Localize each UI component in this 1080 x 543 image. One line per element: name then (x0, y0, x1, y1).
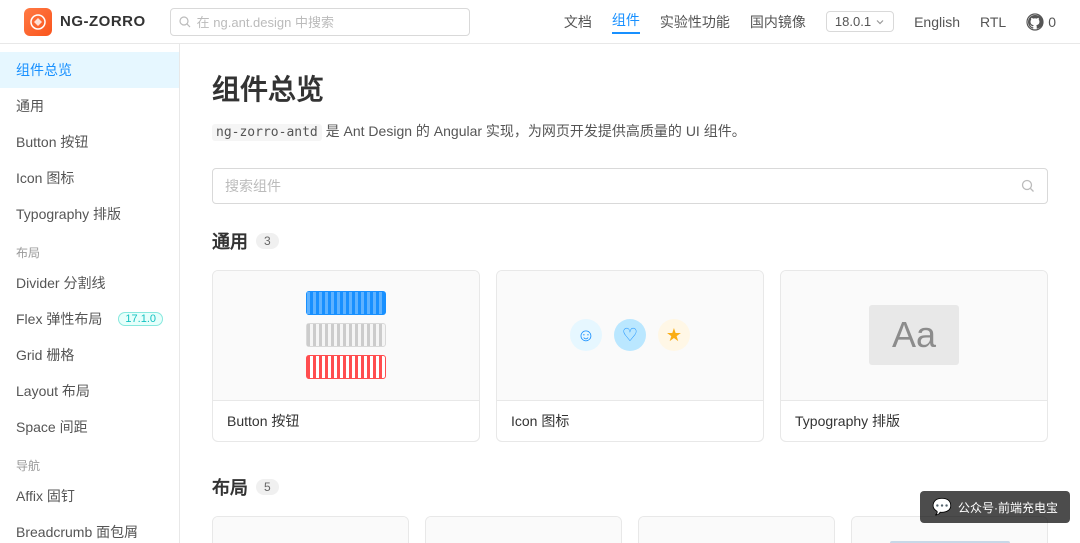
sidebar-group-label: 布局 (16, 246, 40, 260)
icon-heart: ♡ (614, 319, 646, 351)
section-general-header: 通用 3 (212, 228, 1048, 254)
sidebar-item-affix[interactable]: Affix 固钉 (0, 478, 179, 514)
flex-badge: 17.1.0 (118, 312, 163, 326)
card-icon-label: Icon 图标 (497, 401, 763, 441)
page-title: 组件总览 (212, 68, 1048, 108)
search-components-placeholder: 搜索组件 (225, 176, 281, 196)
card-typography-preview: Aa (781, 271, 1047, 401)
button-danger-preview (306, 355, 386, 379)
sidebar-group-layout: 布局 (0, 232, 179, 265)
card-button-preview (213, 271, 479, 401)
watermark: 💬 公众号·前端充电宝 (920, 491, 1070, 523)
sidebar-item-label: 组件总览 (16, 60, 72, 80)
version-selector[interactable]: 18.0.1 (826, 11, 894, 32)
sidebar-item-flex[interactable]: Flex 弹性布局 17.1.0 (0, 301, 179, 337)
component-search[interactable]: 搜索组件 (212, 168, 1048, 204)
section-layout-count: 5 (256, 479, 279, 495)
sidebar-item-layout[interactable]: Layout 布局 (0, 373, 179, 409)
card-divider[interactable]: Divider 分割线 (212, 516, 409, 543)
sidebar-item-label: Divider 分割线 (16, 273, 105, 293)
page-desc-code: ng-zorro-antd (212, 124, 322, 141)
card-icon-preview: ☺ ♡ ★ (497, 271, 763, 401)
search-icon (179, 16, 191, 28)
nav-experimental[interactable]: 实验性功能 (660, 12, 730, 32)
sidebar-item-label: 通用 (16, 96, 44, 116)
sidebar-item-grid[interactable]: Grid 栅格 (0, 337, 179, 373)
icon-star: ★ (658, 319, 690, 351)
page-description: ng-zorro-antd 是 Ant Design 的 Angular 实现，… (212, 120, 1048, 144)
sidebar-item-general[interactable]: 通用 (0, 88, 179, 124)
nav-lang[interactable]: English (914, 14, 960, 30)
sidebar-item-label: Button 按钮 (16, 132, 88, 152)
button-primary-preview (306, 291, 386, 315)
search-components-icon (1021, 179, 1035, 193)
version-label: 18.0.1 (835, 14, 871, 29)
sidebar-item-overview[interactable]: 组件总览 (0, 52, 179, 88)
main-content: 组件总览 ng-zorro-antd 是 Ant Design 的 Angula… (180, 44, 1080, 543)
card-flex[interactable]: Flex 弹性布局 (425, 516, 622, 543)
sidebar-item-label: Typography 排版 (16, 204, 121, 224)
sidebar-item-label: Icon 图标 (16, 168, 74, 188)
icon-smile: ☺ (570, 319, 602, 351)
section-general-count: 3 (256, 233, 279, 249)
card-divider-preview (213, 517, 408, 543)
sidebar-item-label: Flex 弹性布局 (16, 309, 102, 329)
page-layout: 组件总览 通用 Button 按钮 Icon 图标 Typography 排版 … (0, 44, 1080, 543)
sidebar-item-typography[interactable]: Typography 排版 (0, 196, 179, 232)
sidebar-item-label: Grid 栅格 (16, 345, 74, 365)
card-flex-preview (426, 517, 621, 543)
sidebar-item-divider[interactable]: Divider 分割线 (0, 265, 179, 301)
page-desc-text: 是 Ant Design 的 Angular 实现，为网页开发提供高质量的 UI… (322, 123, 746, 139)
logo-icon (24, 8, 52, 36)
icon-preview-content: ☺ ♡ ★ (570, 319, 690, 351)
section-general-title: 通用 (212, 228, 248, 254)
card-typography[interactable]: Aa Typography 排版 (780, 270, 1048, 442)
github-icon (1026, 13, 1044, 31)
sidebar-item-button[interactable]: Button 按钮 (0, 124, 179, 160)
top-navigation: NG-ZORRO 在 ng.ant.design 中搜索 文档 组件 实验性功能… (0, 0, 1080, 44)
sidebar: 组件总览 通用 Button 按钮 Icon 图标 Typography 排版 … (0, 44, 180, 543)
nav-docs[interactable]: 文档 (564, 12, 592, 32)
nav-mirror[interactable]: 国内镜像 (750, 12, 806, 32)
sidebar-group-nav: 导航 (0, 445, 179, 478)
sidebar-item-space[interactable]: Space 间距 (0, 409, 179, 445)
global-search[interactable]: 在 ng.ant.design 中搜索 (170, 8, 470, 36)
logo-text: NG-ZORRO (60, 13, 146, 30)
sidebar-item-breadcrumb[interactable]: Breadcrumb 面包屑 (0, 514, 179, 543)
section-layout-title: 布局 (212, 474, 248, 500)
sidebar-group-label: 导航 (16, 459, 40, 473)
nav-links: 文档 组件 实验性功能 国内镜像 18.0.1 English RTL 0 (564, 10, 1056, 34)
wechat-icon: 💬 (932, 497, 952, 517)
nav-rtl[interactable]: RTL (980, 14, 1006, 30)
logo-area[interactable]: NG-ZORRO (24, 8, 146, 36)
watermark-text: 公众号·前端充电宝 (958, 499, 1058, 516)
search-placeholder: 在 ng.ant.design 中搜索 (197, 12, 334, 31)
card-button[interactable]: Button 按钮 (212, 270, 480, 442)
typography-aa: Aa (892, 314, 936, 356)
typography-preview-content: Aa (869, 305, 959, 365)
card-grid-preview (639, 517, 834, 543)
button-default-preview (306, 323, 386, 347)
github-link[interactable]: 0 (1026, 13, 1056, 31)
sidebar-item-label: Affix 固钉 (16, 486, 75, 506)
sidebar-item-label: Space 间距 (16, 417, 88, 437)
card-grid[interactable]: Grid 栅格 (638, 516, 835, 543)
general-cards-grid: Button 按钮 ☺ ♡ ★ Icon 图标 Aa (212, 270, 1048, 442)
nav-components[interactable]: 组件 (612, 10, 640, 34)
card-button-label: Button 按钮 (213, 401, 479, 441)
sidebar-item-label: Layout 布局 (16, 381, 90, 401)
github-count: 0 (1048, 14, 1056, 30)
chevron-down-icon (875, 17, 885, 27)
sidebar-item-icon[interactable]: Icon 图标 (0, 160, 179, 196)
sidebar-item-label: Breadcrumb 面包屑 (16, 522, 138, 542)
button-preview-content (306, 291, 386, 379)
card-icon[interactable]: ☺ ♡ ★ Icon 图标 (496, 270, 764, 442)
card-typography-label: Typography 排版 (781, 401, 1047, 441)
